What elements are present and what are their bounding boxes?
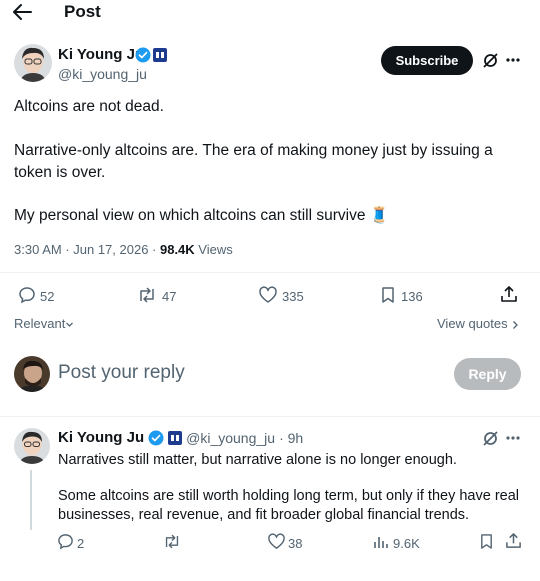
bookmark-count[interactable]: 136: [401, 289, 423, 304]
reply-icon[interactable]: [18, 286, 36, 304]
share-icon[interactable]: [505, 532, 522, 549]
reply-count[interactable]: 52: [40, 289, 54, 304]
post-text-line: My personal view on which altcoins can s…: [14, 205, 389, 227]
author-handle[interactable]: @ki_young_ju: [58, 66, 147, 82]
reply-input[interactable]: Post your reply: [58, 362, 185, 384]
post-text: My personal view on which altcoins can s…: [14, 207, 366, 224]
post-text-line: Altcoins are not dead.: [14, 98, 164, 115]
more-options-icon[interactable]: [505, 53, 521, 67]
views-count: 98.4K: [159, 242, 195, 257]
page-title: Post: [64, 2, 101, 21]
reply-header: Ki Young Ju @ki_young_ju · 9h: [58, 429, 303, 446]
post-timestamp[interactable]: 3:30 AM · Jun 17, 2026 ·: [14, 242, 160, 257]
reply-timestamp[interactable]: · 9h: [279, 430, 303, 446]
post-text-line: token is over.: [14, 164, 106, 181]
reply-author-name[interactable]: Ki Young Ju: [58, 429, 144, 446]
like-icon[interactable]: [267, 533, 286, 550]
author-name[interactable]: Ki Young Ju: [58, 46, 144, 63]
chevron-down-icon: [65, 320, 74, 329]
grok-icon[interactable]: [482, 430, 499, 447]
verified-badge-icon: [135, 47, 151, 63]
thread-emoji: 🧵: [369, 207, 390, 224]
affiliation-badge-icon[interactable]: [153, 48, 167, 62]
reply-count[interactable]: 2: [77, 536, 84, 551]
view-quotes-label: View quotes: [437, 316, 508, 331]
sort-label: Relevant: [14, 316, 66, 331]
post-meta: 3:30 AM · Jun 17, 2026 · 98.4K Views: [14, 242, 233, 257]
reply-text-line: Narratives still matter, but narrative a…: [58, 452, 457, 468]
reply-text-line: businesses, real revenue, and fit broade…: [58, 507, 470, 523]
view-quotes-link[interactable]: View quotes: [437, 316, 519, 331]
reply-author-avatar[interactable]: [14, 428, 50, 464]
post-text-line: Narrative-only altcoins are. The era of …: [14, 142, 493, 159]
bookmark-icon[interactable]: [479, 533, 494, 550]
views-count[interactable]: 9.6K: [393, 536, 420, 551]
sort-dropdown[interactable]: Relevant: [14, 316, 74, 331]
reply-text-line: Some altcoins are still worth holding lo…: [58, 488, 520, 504]
subscribe-button[interactable]: Subscribe: [381, 46, 473, 75]
views-icon[interactable]: [373, 534, 389, 550]
chevron-right-icon: [511, 320, 519, 330]
reply-button[interactable]: Reply: [454, 358, 521, 390]
repost-icon[interactable]: [162, 533, 182, 550]
verified-badge-icon: [148, 430, 164, 446]
back-arrow-icon[interactable]: [10, 2, 34, 22]
author-avatar[interactable]: [14, 44, 52, 82]
repost-icon[interactable]: [136, 286, 158, 304]
affiliation-badge-icon[interactable]: [168, 430, 183, 445]
more-options-icon[interactable]: [505, 431, 521, 445]
thread-line: [30, 470, 32, 530]
bookmark-icon[interactable]: [380, 286, 396, 304]
grok-icon[interactable]: [482, 52, 499, 69]
reply-author-handle[interactable]: @ki_young_ju: [186, 430, 275, 446]
my-avatar[interactable]: [14, 356, 50, 392]
repost-count[interactable]: 47: [162, 289, 176, 304]
divider: [0, 272, 540, 273]
share-icon[interactable]: [500, 285, 518, 303]
like-count[interactable]: 335: [282, 289, 304, 304]
divider: [0, 416, 540, 417]
like-icon[interactable]: [258, 286, 278, 304]
reply-icon[interactable]: [57, 533, 74, 550]
like-count[interactable]: 38: [288, 536, 302, 551]
views-label: Views: [194, 242, 233, 257]
